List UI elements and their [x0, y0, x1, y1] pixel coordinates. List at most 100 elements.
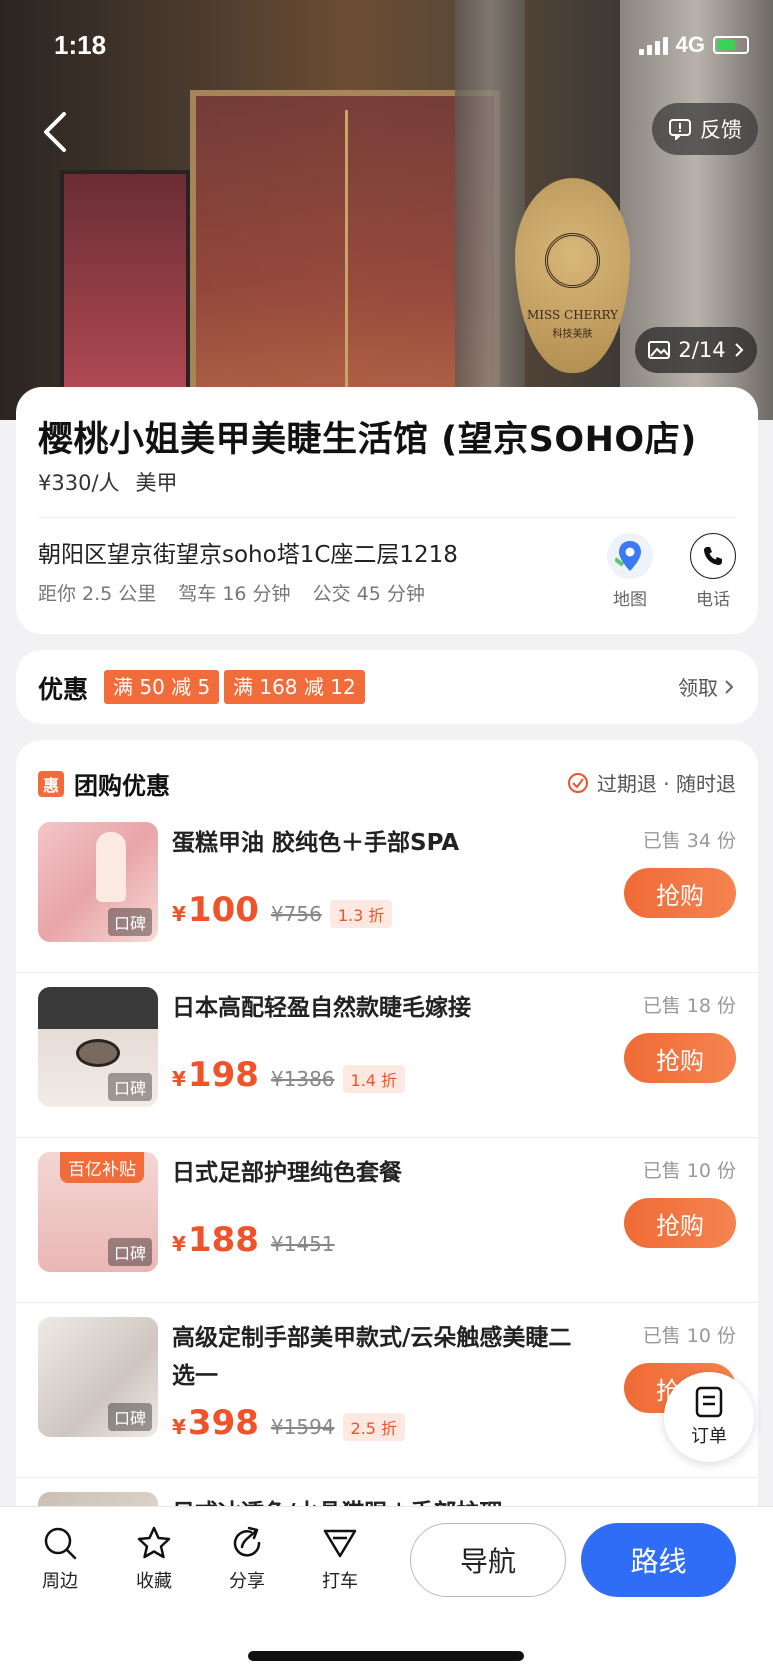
- deal-original-price: ¥1386: [270, 1067, 335, 1091]
- deal-item[interactable]: 口碑 高级定制手部美甲款式/云朵触感美睫二选一 ¥ 398 ¥1594 2.5 …: [16, 1303, 758, 1478]
- phone-icon: [690, 533, 736, 579]
- feedback-button[interactable]: 反馈: [652, 103, 758, 155]
- buy-button[interactable]: 抢购: [624, 868, 736, 918]
- navigate-button[interactable]: 导航: [410, 1523, 566, 1597]
- shop-name: 樱桃小姐美甲美睫生活馆 (望京SOHO店): [38, 420, 697, 460]
- share-label: 分享: [229, 1571, 265, 1592]
- map-button[interactable]: 地图: [600, 533, 660, 610]
- signal-icon: [638, 35, 668, 55]
- photo-gallery-button[interactable]: 2/14: [635, 327, 757, 373]
- eye-graphic: [76, 1039, 120, 1067]
- coupon-tag: 满 168 减 12: [224, 670, 365, 704]
- deal-sold-count: 已售 18 份: [642, 995, 736, 1017]
- coupons-label: 优惠: [38, 675, 89, 704]
- feedback-icon: [669, 119, 691, 140]
- refund-text: 过期退 · 随时退: [596, 772, 736, 796]
- group-buy-header: 惠 团购优惠: [38, 766, 170, 801]
- deal-current-price: 100: [187, 890, 259, 930]
- price-per-person: ¥330/人: [38, 471, 120, 495]
- deal-price: ¥ 398 ¥1594 2.5 折: [172, 1403, 406, 1443]
- deal-item[interactable]: 口碑 日本高配轻盈自然款睫毛嫁接 ¥ 198 ¥1386 1.4 折 已售 18…: [16, 973, 758, 1138]
- deal-discount: 1.4 折: [342, 1065, 406, 1093]
- taxi-icon: [323, 1529, 357, 1558]
- distance: 距你 2.5 公里: [38, 583, 157, 605]
- deal-price: ¥ 198 ¥1386 1.4 折: [172, 1055, 406, 1095]
- deal-name: 高级定制手部美甲款式/云朵触感美睫二选一: [172, 1325, 572, 1389]
- bus-time: 公交 45 分钟: [312, 583, 425, 605]
- deal-original-price: ¥1451: [270, 1232, 335, 1256]
- plaque-text: MISS CHERRY 科技美肤: [526, 308, 619, 340]
- deal-price: ¥ 100 ¥756 1.3 折: [172, 890, 393, 930]
- drive-time: 驾车 16 分钟: [178, 583, 291, 605]
- chevron-right-icon: [734, 343, 743, 357]
- logo-emblem: [545, 233, 600, 288]
- star-icon: [137, 1526, 171, 1559]
- shop-logo-plaque: MISS CHERRY 科技美肤: [515, 178, 630, 373]
- route-button[interactable]: 路线: [581, 1523, 736, 1597]
- photo-counter: 2/14: [678, 338, 726, 362]
- deal-name: 蛋糕甲油 胶纯色＋手部SPA: [172, 830, 460, 856]
- currency-symbol: ¥: [172, 1232, 186, 1256]
- battery-icon: [713, 36, 749, 54]
- refund-policy: 过期退 · 随时退: [567, 768, 736, 797]
- order-button[interactable]: 订单: [664, 1372, 754, 1462]
- coupon-tag: 满 50 减 5: [104, 670, 220, 704]
- get-coupon-label: 领取: [678, 676, 718, 700]
- taxi-label: 打车: [322, 1571, 358, 1592]
- check-circle-icon: [567, 772, 588, 793]
- shop-meta: ¥330/人 美甲: [38, 467, 178, 497]
- shop-info-card: 樱桃小姐美甲美睫生活馆 (望京SOHO店) ¥330/人 美甲 朝阳区望京街望京…: [16, 387, 758, 634]
- favorite-label: 收藏: [136, 1571, 172, 1592]
- coupons-card[interactable]: 优惠 满 50 减 5 满 168 减 12 领取: [16, 650, 758, 724]
- map-label: 地图: [613, 590, 647, 610]
- deal-name: 日本高配轻盈自然款睫毛嫁接: [172, 995, 471, 1021]
- bottom-bar: 周边 收藏 分享 打车 导航 路线: [0, 1506, 773, 1673]
- deal-name: 日式足部护理纯色套餐: [172, 1160, 402, 1186]
- shop-category: 美甲: [135, 471, 178, 495]
- deal-discount: 2.5 折: [342, 1413, 406, 1441]
- deal-thumbnail: 口碑: [38, 987, 158, 1107]
- favorite-button[interactable]: 收藏: [119, 1525, 189, 1593]
- nearby-label: 周边: [42, 1571, 78, 1592]
- taxi-button[interactable]: 打车: [305, 1525, 375, 1593]
- order-label: 订单: [691, 1426, 727, 1447]
- chevron-left-icon: [44, 112, 66, 152]
- discount-icon: 惠: [38, 770, 64, 797]
- pillar: [455, 0, 525, 420]
- share-button[interactable]: 分享: [212, 1525, 282, 1593]
- deal-item[interactable]: 百亿补贴 口碑 日式足部护理纯色套餐 ¥ 188 ¥1451 已售 10 份 抢…: [16, 1138, 758, 1303]
- koubei-label: 口碑: [107, 1073, 152, 1101]
- back-button[interactable]: [40, 110, 76, 154]
- deal-discount: 1.3 折: [329, 900, 393, 928]
- home-indicator: [248, 1651, 524, 1661]
- deal-item[interactable]: 口碑 蛋糕甲油 胶纯色＋手部SPA ¥ 100 ¥756 1.3 折 已售 34…: [16, 808, 758, 973]
- deal-current-price: 188: [187, 1220, 259, 1260]
- nearby-button[interactable]: 周边: [25, 1525, 95, 1593]
- shop-address[interactable]: 朝阳区望京街望京soho塔1C座二层1218: [38, 535, 458, 569]
- buy-button[interactable]: 抢购: [624, 1033, 736, 1083]
- currency-symbol: ¥: [172, 1415, 186, 1439]
- network-type: 4G: [675, 32, 705, 57]
- order-icon: [695, 1386, 723, 1418]
- deal-sold-count: 已售 10 份: [642, 1325, 736, 1347]
- map-icon: [607, 533, 653, 579]
- image-icon: [648, 341, 671, 359]
- currency-symbol: ¥: [172, 902, 186, 926]
- share-icon: [233, 1526, 261, 1557]
- currency-symbol: ¥: [172, 1067, 186, 1091]
- travel-info: 距你 2.5 公里 驾车 16 分钟 公交 45 分钟: [38, 579, 425, 606]
- divider: [38, 517, 736, 518]
- chevron-right-icon: [725, 679, 734, 694]
- koubei-label: 口碑: [107, 908, 152, 936]
- subsidy-badge: 百亿补贴: [60, 1152, 144, 1183]
- search-icon: [44, 1527, 77, 1560]
- koubei-label: 口碑: [107, 1238, 152, 1266]
- phone-button[interactable]: 电话: [683, 533, 743, 610]
- buy-button[interactable]: 抢购: [624, 1198, 736, 1248]
- deal-sold-count: 已售 34 份: [642, 830, 736, 852]
- deal-original-price: ¥1594: [270, 1415, 335, 1439]
- storefront-poster: [60, 170, 190, 400]
- polish-bottle: [96, 832, 126, 902]
- get-coupon-button[interactable]: 领取: [678, 672, 734, 701]
- phone-label: 电话: [696, 590, 730, 610]
